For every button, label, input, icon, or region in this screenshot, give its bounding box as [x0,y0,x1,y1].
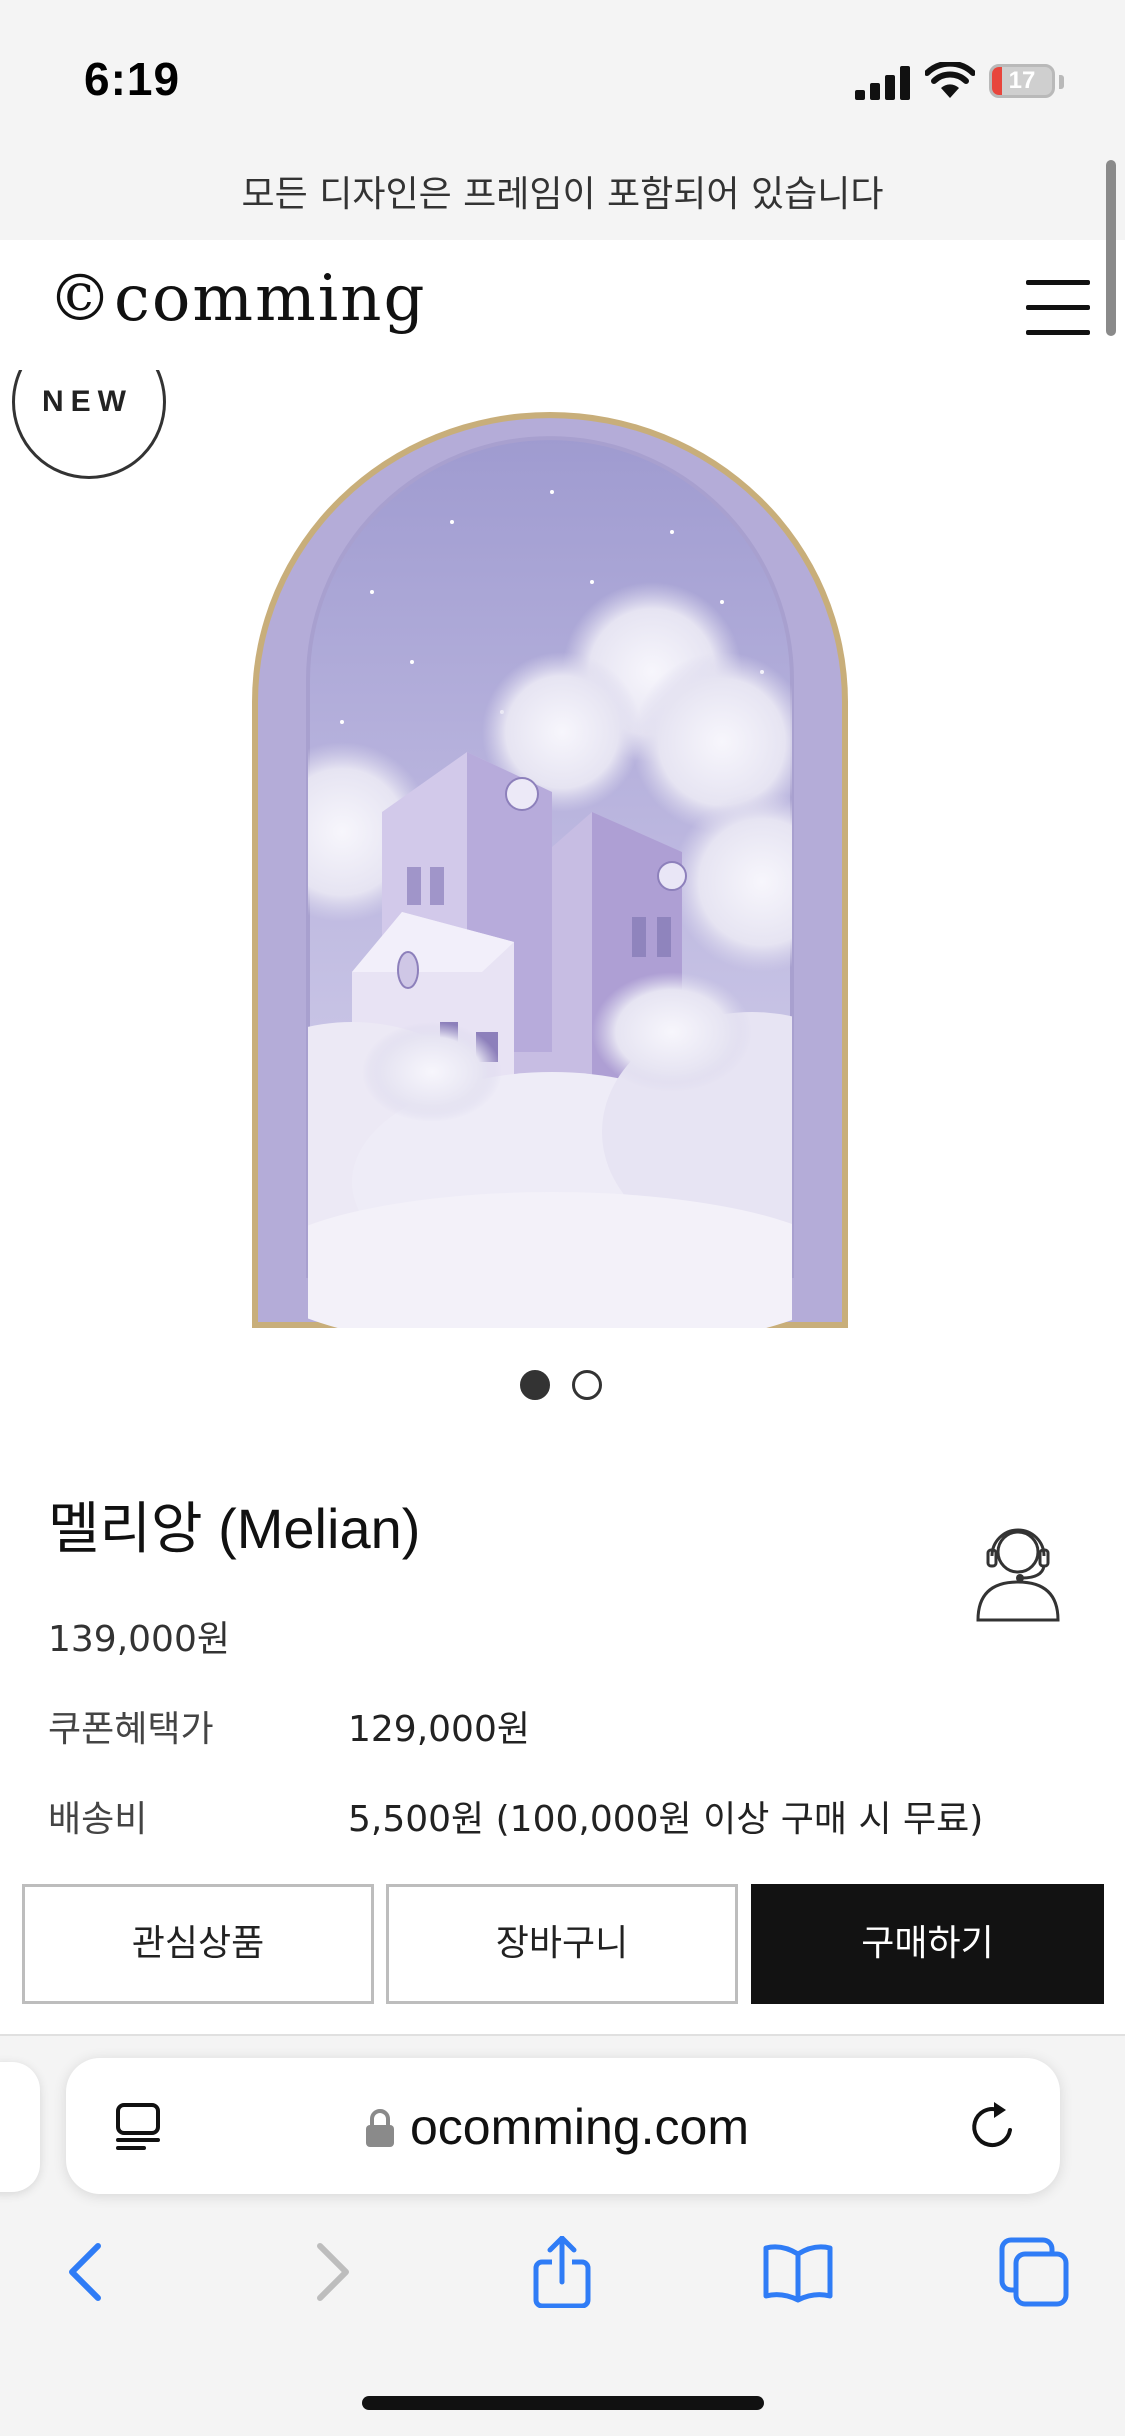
notice-banner: 모든 디자인은 프레임이 포함되어 있습니다 [0,150,1125,240]
reader-mode-icon[interactable] [114,2102,166,2152]
back-icon[interactable] [52,2236,124,2308]
url-text[interactable]: ocomming.com [410,2098,749,2156]
product-name: 멜리앙 (Melian) [48,1497,421,1560]
wifi-icon [925,62,975,98]
home-indicator[interactable] [362,2396,764,2410]
previous-tab-peek[interactable] [0,2062,40,2192]
status-time: 6:19 [84,53,181,105]
product-price: 139,000원 [48,1619,230,1660]
forward-icon[interactable] [294,2236,366,2308]
buy-button[interactable]: 구매하기 [751,1884,1104,2004]
cart-button[interactable]: 장바구니 [386,1884,738,2004]
bookmarks-icon[interactable] [762,2236,834,2308]
coupon-price-label: 쿠폰혜택가 [48,1709,214,1750]
page-scrollbar[interactable] [1106,160,1116,336]
lock-icon [366,2109,394,2147]
new-badge: NEW [42,385,133,418]
site-logo[interactable]: ©comming [48,262,426,336]
product-image[interactable] [252,412,848,1328]
share-icon[interactable] [526,2236,598,2308]
battery-icon: 17 [989,64,1055,98]
tabs-icon[interactable] [998,2236,1070,2308]
hamburger-menu-icon[interactable] [1026,280,1090,336]
coupon-price-value: 129,000원 [348,1709,530,1750]
battery-cap [1059,75,1064,89]
carousel-dot-2[interactable] [572,1370,602,1400]
carousel-dot-1[interactable] [520,1370,550,1400]
shipping-value: 5,500원 (100,000원 이상 구매 시 무료) [348,1799,984,1840]
customer-support-icon[interactable] [976,1520,1060,1624]
site-header: ©comming [0,240,1125,370]
cellular-signal-icon [855,66,910,100]
shipping-label: 배송비 [48,1799,148,1840]
status-bar: 6:19 17 [0,0,1125,150]
wishlist-button[interactable]: 관심상품 [22,1884,374,2004]
reload-icon[interactable] [966,2100,1020,2154]
battery-percent: 17 [1008,67,1036,94]
